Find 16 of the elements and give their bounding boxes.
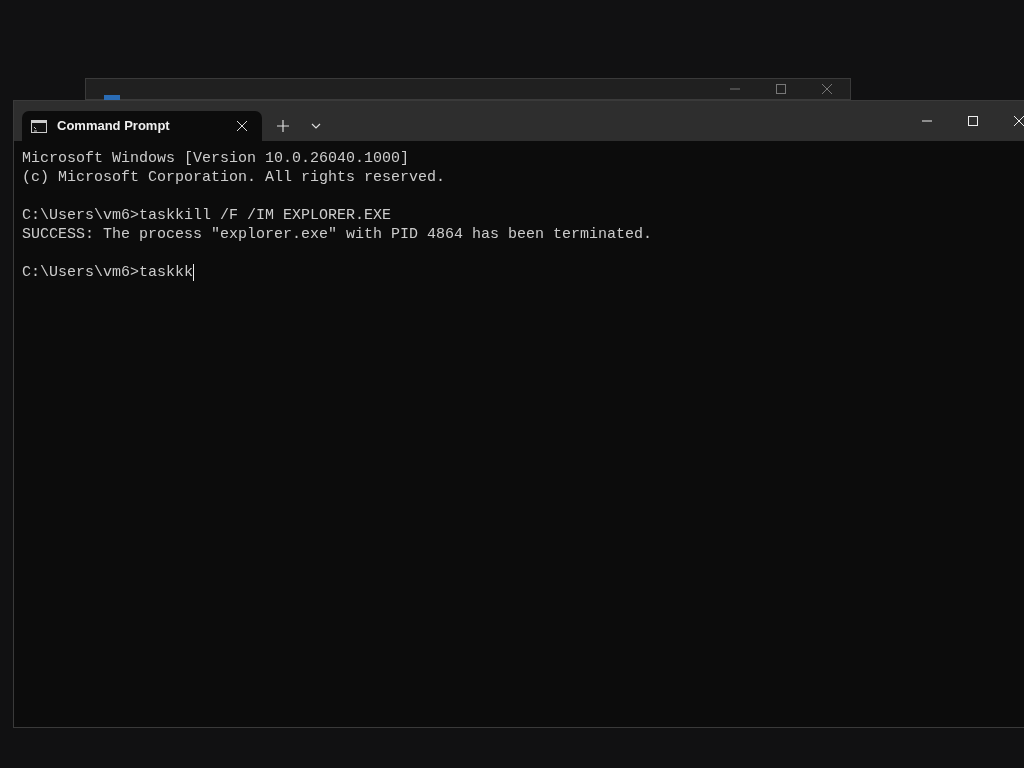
terminal-line: SUCCESS: The process "explorer.exe" with PID 4864 has been terminated. [22, 225, 653, 244]
terminal-line: (c) Microsoft Corporation. All rights reserved. [22, 168, 446, 187]
terminal-line: Microsoft Windows [Version 10.0.26040.1000] [22, 149, 410, 168]
terminal-line: C:\Users\vm6>taskkk [22, 263, 194, 282]
app-icon [104, 95, 120, 100]
maximize-icon [776, 84, 786, 94]
tab[interactable]: Command Prompt [22, 111, 262, 141]
close-icon [1014, 116, 1024, 126]
terminal-line: C:\Users\vm6>taskkill /F /IM EXPLORER.EXE [22, 206, 392, 225]
maximize-icon [968, 116, 978, 126]
caret-icon [311, 123, 321, 129]
close-icon [822, 84, 832, 94]
close-icon [237, 121, 247, 131]
tab-title: Command Prompt [57, 117, 171, 136]
plus-icon [277, 120, 289, 132]
terminal-icon [31, 119, 47, 133]
